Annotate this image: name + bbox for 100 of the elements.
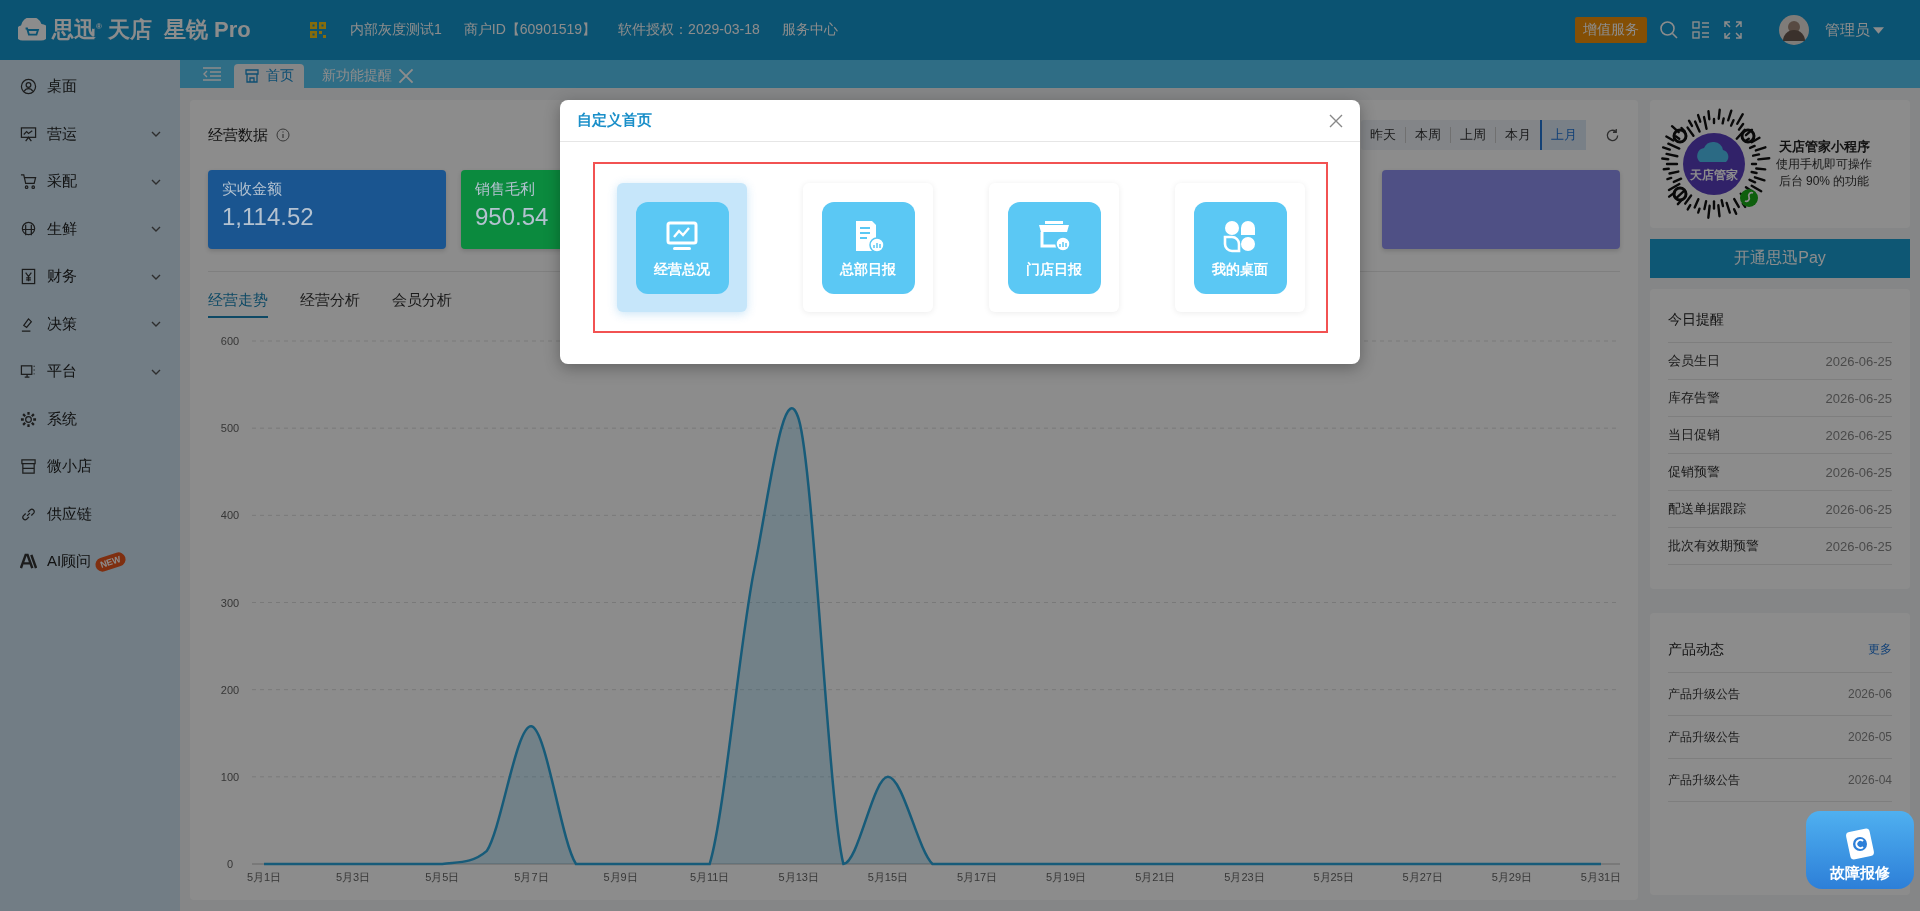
sidebar-item[interactable]: 桌面 [0, 63, 180, 111]
layout-icon[interactable] [1691, 20, 1711, 40]
axis-label: 5月15日 [867, 871, 909, 883]
date-text: 2026-06 [1847, 687, 1892, 701]
analysis-tab[interactable]: 经营走势 [208, 284, 268, 318]
mini-program-title: 天店管家小程序 [1778, 138, 1870, 156]
date-text: 2026-06-25 [1825, 464, 1892, 480]
date-range-option[interactable]: 上周 [1450, 127, 1495, 143]
date-text: 2026-06-25 [1825, 390, 1892, 406]
news-item[interactable]: 产品升级公告 [1668, 728, 1740, 746]
monitor-icon [20, 363, 37, 381]
axis-label: 5月17日 [956, 871, 998, 883]
axis-label: 600 [220, 335, 240, 347]
date-text: 2026-06-25 [1825, 501, 1892, 517]
stat-label: 销售毛利 [475, 180, 536, 199]
close-icon[interactable] [1329, 113, 1343, 128]
card-title: 产品动态 [1668, 640, 1724, 659]
date-range-option[interactable]: 上月 [1540, 120, 1586, 150]
axis-label: 5月29日 [1491, 871, 1533, 883]
user-circle-icon [20, 78, 37, 96]
sidebar-item[interactable]: 平台 [0, 348, 180, 396]
page-tab[interactable]: 首页 [234, 64, 304, 88]
axis-label: 5月23日 [1224, 871, 1265, 883]
user-menu[interactable]: 管理员 [1825, 20, 1884, 40]
axis-label: 200 [220, 683, 240, 696]
qr-logo-text: 天店管家 [1690, 168, 1738, 182]
axis-label: 5月27日 [1402, 871, 1443, 883]
store-icon [20, 458, 37, 476]
reminder-item[interactable]: 配送单据跟踪 [1668, 500, 1746, 518]
axis-label: 100 [220, 770, 240, 783]
open-pay-button[interactable]: 开通思迅Pay [1650, 239, 1910, 278]
menu-icon[interactable] [202, 66, 222, 82]
reminder-item[interactable]: 库存告警 [1668, 389, 1720, 407]
axis-label: 5月25日 [1313, 871, 1354, 883]
section-title: 经营数据 [208, 125, 268, 145]
qr-grid-icon[interactable] [308, 20, 328, 40]
sidebar-item[interactable]: 生鲜 [0, 205, 180, 253]
sidebar-item[interactable]: 营运 [0, 110, 180, 158]
account-info: 软件授权：2029-03-18 [618, 21, 760, 39]
axis-label: 5月11日 [689, 871, 730, 883]
sidebar-item[interactable]: 决策 [0, 300, 180, 348]
axis-label: 500 [220, 422, 240, 435]
new-badge: NEW [93, 550, 128, 574]
axis-label: 5月3日 [336, 871, 371, 883]
axis-label: 5月19日 [1046, 871, 1087, 883]
date-text: 2026-05 [1847, 730, 1892, 744]
date-range-option[interactable]: 昨天 [1361, 127, 1405, 143]
date-text: 2026-06-25 [1825, 538, 1892, 554]
sidebar-item[interactable]: 供应链 [0, 490, 180, 538]
reminder-item[interactable]: 批次有效期预警 [1668, 537, 1759, 555]
axis-label: 5月21日 [1135, 871, 1176, 883]
axis-label: 5月13日 [778, 871, 819, 883]
sidebar-item[interactable]: AI顾问 NEW [0, 538, 180, 586]
analysis-tab[interactable]: 经营分析 [300, 284, 360, 318]
account-info: 商户ID【60901519】 [463, 21, 597, 39]
date-text: 2026-04 [1847, 773, 1892, 787]
axis-label: 0 [226, 858, 234, 870]
stat-value: 950.54 [475, 203, 550, 231]
cloud-cart-icon [18, 18, 46, 42]
avatar-icon[interactable] [1779, 15, 1809, 45]
sidebar-item[interactable]: 微小店 [0, 443, 180, 491]
reminder-item[interactable]: 会员生日 [1668, 352, 1720, 370]
refresh-icon[interactable] [1605, 127, 1620, 143]
caret-icon [1873, 26, 1884, 34]
reminder-item[interactable]: 促销预警 [1668, 463, 1720, 481]
presentation-chart-icon [20, 125, 37, 143]
cart-icon [20, 173, 37, 191]
sidebar-item[interactable]: 采配 [0, 158, 180, 206]
sidebar-item[interactable]: 财务 [0, 253, 180, 301]
settings-icon [20, 410, 37, 428]
stat-label: 实收金额 [222, 180, 283, 199]
date-range-option[interactable]: 本周 [1405, 127, 1450, 143]
axis-label: 400 [220, 509, 240, 522]
axis-label: 5月5日 [425, 871, 460, 883]
axis-label: 5月9日 [603, 871, 638, 883]
reminder-item[interactable]: 当日促销 [1668, 426, 1720, 444]
mini-program-text: 使用手机即可操作 [1776, 156, 1872, 173]
fullscreen-icon[interactable] [1723, 20, 1743, 40]
axis-label: 300 [220, 596, 240, 609]
axis-label: 5月1日 [246, 871, 282, 883]
product-name: 天店 [107, 16, 152, 44]
date-text: 2026-06-25 [1825, 353, 1892, 369]
ai-logo-icon [20, 553, 37, 571]
stat-value: 1,114.52 [222, 203, 315, 231]
news-item[interactable]: 产品升级公告 [1668, 771, 1740, 789]
repair-button[interactable]: 故障报修 [1806, 811, 1914, 889]
analysis-tab[interactable]: 会员分析 [392, 284, 452, 318]
account-info: 内部灰度测试1 [350, 21, 442, 39]
service-center-link[interactable]: 服务中心 [781, 21, 838, 39]
axis-label: 5月7日 [514, 871, 549, 883]
info-icon[interactable] [276, 128, 290, 142]
dialog-title: 自定义首页 [577, 111, 652, 130]
axis-label: 5月31日 [1580, 871, 1620, 883]
card-title: 今日提醒 [1668, 310, 1724, 329]
sidebar-item[interactable]: 系统 [0, 395, 180, 443]
search-icon[interactable] [1659, 20, 1679, 40]
yen-icon [20, 268, 37, 286]
news-item[interactable]: 产品升级公告 [1668, 685, 1740, 703]
more-link[interactable]: 更多 [1868, 641, 1892, 658]
globe-icon [20, 220, 37, 238]
